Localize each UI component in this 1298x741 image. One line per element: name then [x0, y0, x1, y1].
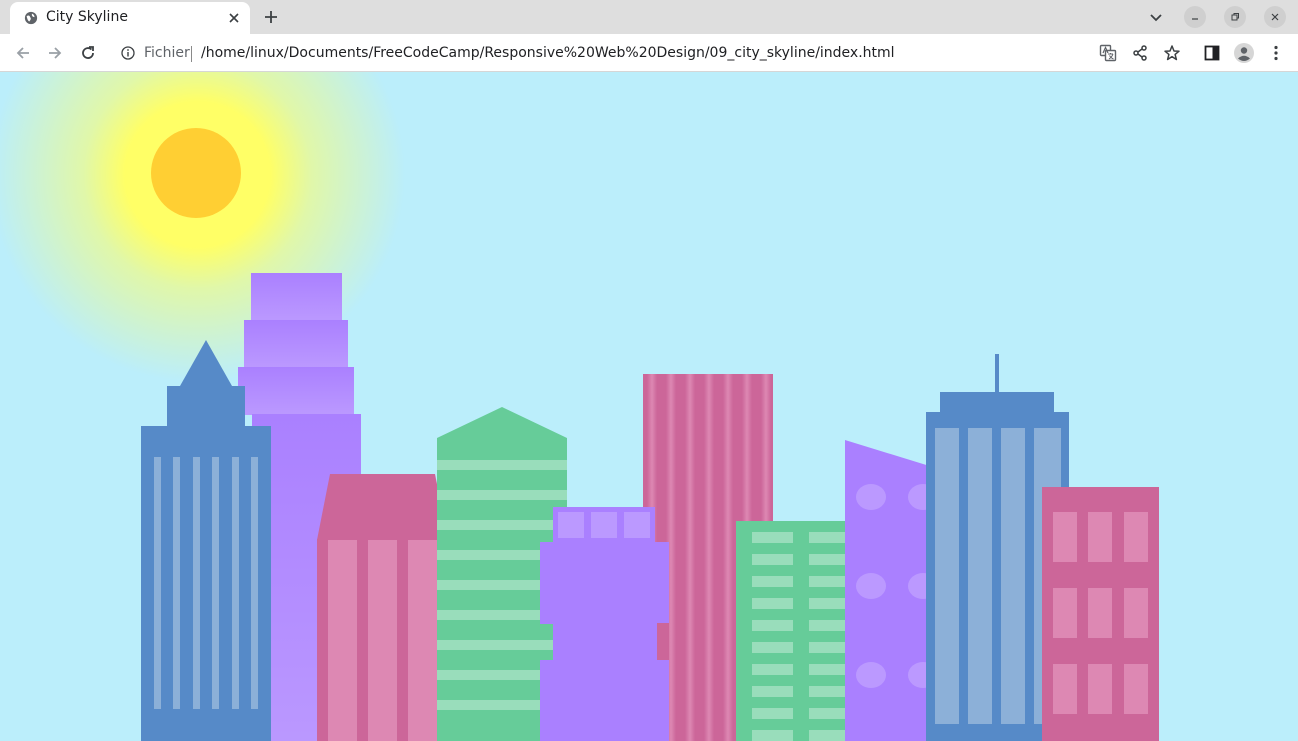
chevron-down-icon[interactable] [1148, 9, 1164, 25]
minimize-icon [1192, 18, 1198, 20]
pink-windowed-building [1042, 487, 1159, 741]
close-icon[interactable] [226, 10, 242, 26]
side-panel-icon[interactable] [1203, 44, 1221, 62]
tab-city-skyline[interactable]: City Skyline [10, 2, 250, 34]
tab-strip: City Skyline [0, 0, 1298, 34]
restore-icon [1231, 13, 1239, 21]
restore-button[interactable] [1224, 6, 1246, 28]
page-canvas [0, 72, 1298, 741]
sun [151, 128, 241, 218]
pink-trapezoid-building [317, 474, 448, 741]
address-bar[interactable]: Fichier /home/linux/Documents/FreeCodeCa… [110, 38, 1195, 68]
share-icon[interactable] [1131, 44, 1149, 62]
url-text[interactable]: /home/linux/Documents/FreeCodeCamp/Respo… [201, 45, 895, 61]
arrow-left-icon[interactable] [14, 44, 32, 62]
tab-title: City Skyline [46, 9, 128, 25]
minimize-button[interactable] [1184, 6, 1206, 28]
reload-icon[interactable] [79, 44, 97, 62]
divider [191, 46, 192, 62]
close-window-button[interactable] [1264, 6, 1286, 28]
arrow-right-icon[interactable] [46, 44, 64, 62]
plus-icon[interactable] [262, 8, 280, 26]
more-vert-icon[interactable] [1267, 44, 1285, 62]
profile-icon[interactable] [1234, 43, 1254, 63]
browser-toolbar: Fichier /home/linux/Documents/FreeCodeCa… [0, 34, 1298, 72]
translate-icon[interactable] [1099, 44, 1117, 62]
purple-stepped-building [540, 507, 669, 741]
globe-icon [24, 11, 38, 25]
info-icon[interactable] [121, 46, 135, 60]
scheme-label: Fichier [144, 45, 190, 61]
star-icon[interactable] [1163, 44, 1181, 62]
close-icon [1271, 13, 1279, 21]
